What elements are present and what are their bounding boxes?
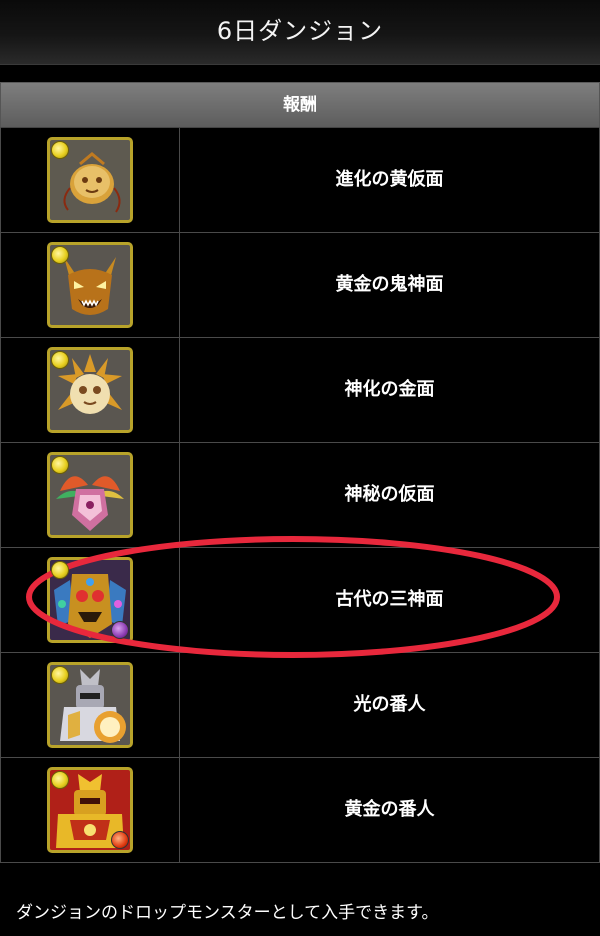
light-attribute-icon — [51, 561, 69, 579]
light-attribute-icon — [51, 246, 69, 264]
fire-attribute-icon — [111, 831, 129, 849]
table-row[interactable]: 黄金の番人 — [0, 758, 600, 863]
title-bar: 6日ダンジョン — [0, 0, 600, 65]
reward-name: 進化の黄仮面 — [335, 169, 444, 190]
monster-icon-cell — [1, 338, 180, 442]
light-guardian-icon[interactable] — [47, 662, 133, 748]
reward-table: 報酬 進化の黄仮面 黄金の鬼神面 神化の金面 神秘の仮面 古代の三神面 光の番人… — [0, 82, 600, 863]
reward-name: 光の番人 — [353, 694, 426, 715]
golden-guardian-icon[interactable] — [47, 767, 133, 853]
light-attribute-icon — [51, 456, 69, 474]
footer-note: ダンジョンのドロップモンスターとして入手できます。 — [16, 903, 439, 923]
monster-icon-cell — [1, 233, 180, 337]
table-row[interactable]: 光の番人 — [0, 653, 600, 758]
reward-name: 神秘の仮面 — [344, 484, 435, 505]
monster-icon-cell — [1, 653, 180, 757]
table-row[interactable]: 黄金の鬼神面 — [0, 233, 600, 338]
page-title: 6日ダンジョン — [216, 17, 384, 45]
reward-name: 黄金の番人 — [344, 799, 435, 820]
light-attribute-icon — [51, 771, 69, 789]
yellow-mask-icon[interactable] — [47, 137, 133, 223]
monster-icon-cell — [1, 548, 180, 652]
table-row[interactable]: 神秘の仮面 — [0, 443, 600, 548]
light-attribute-icon — [51, 351, 69, 369]
table-row[interactable]: 古代の三神面 — [0, 548, 600, 653]
mystic-mask-icon[interactable] — [47, 452, 133, 538]
table-row[interactable]: 神化の金面 — [0, 338, 600, 443]
monster-icon-cell — [1, 128, 180, 232]
reward-name: 神化の金面 — [344, 379, 435, 400]
monster-icon-cell — [1, 443, 180, 547]
golden-demon-mask-icon[interactable] — [47, 242, 133, 328]
reward-name: 黄金の鬼神面 — [335, 274, 444, 295]
ancient-three-god-mask-icon[interactable] — [47, 557, 133, 643]
table-row[interactable]: 進化の黄仮面 — [0, 128, 600, 233]
reward-column-header: 報酬 — [0, 83, 600, 128]
golden-sun-mask-icon[interactable] — [47, 347, 133, 433]
light-attribute-icon — [51, 141, 69, 159]
dark-attribute-icon — [111, 621, 129, 639]
light-attribute-icon — [51, 666, 69, 684]
reward-name: 古代の三神面 — [335, 589, 444, 610]
monster-icon-cell — [1, 758, 180, 862]
